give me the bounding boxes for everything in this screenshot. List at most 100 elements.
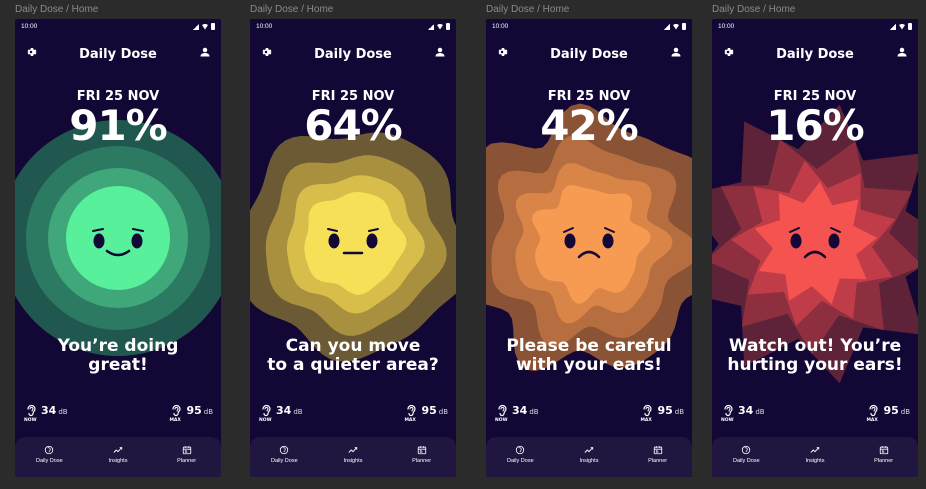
status-bar: 10:00 [718, 23, 912, 33]
db-unit: dB [58, 408, 68, 416]
frame-label: Daily Dose / Home [15, 4, 99, 15]
current-level: NOW 34 dB [259, 403, 303, 423]
calendar-icon [182, 446, 191, 455]
max-db-value: 95 [883, 404, 899, 417]
signal-icon [428, 23, 434, 30]
daily-dose-icon [516, 445, 525, 455]
mouth [577, 250, 601, 259]
db-unit: dB [293, 408, 303, 416]
app-title: Daily Dose [776, 47, 854, 62]
max-level: MAX 95 dB [169, 403, 213, 423]
battery-icon [446, 23, 450, 30]
mood-message-line1: Please be careful [506, 336, 672, 356]
app-title: Daily Dose [550, 47, 628, 62]
daily-dose-icon [280, 445, 289, 455]
nav-item-planner[interactable]: Planner [397, 445, 447, 477]
nav-item-insights[interactable]: Insights [564, 445, 614, 477]
current-db-value: 34 [276, 404, 292, 417]
now-caption: NOW [24, 418, 37, 423]
ear-icon: NOW [259, 403, 272, 423]
frame-label: Daily Dose / Home [712, 4, 796, 15]
now-caption: NOW [495, 418, 508, 423]
db-unit: dB [203, 408, 213, 416]
mood-message-line1: Watch out! You’re [728, 336, 902, 356]
eye-right [602, 233, 614, 249]
status-bar: 10:00 [256, 23, 450, 33]
db-unit: dB [900, 408, 910, 416]
eye-left [790, 233, 802, 249]
db-unit: dB [755, 408, 765, 416]
calendar-icon [653, 446, 662, 455]
db-unit: dB [529, 408, 539, 416]
bottom-nav: Daily Dose Insights Planner [712, 437, 918, 477]
nav-label: Planner [874, 458, 894, 464]
nav-item-planner[interactable]: Planner [162, 445, 212, 477]
top-app-bar: Daily Dose [15, 45, 221, 65]
eye-right [131, 233, 143, 249]
nav-item-daily-dose[interactable]: Daily Dose [495, 445, 545, 477]
eye-right [366, 233, 378, 249]
nav-label: Daily Dose [271, 458, 298, 464]
max-level: MAX 95 dB [404, 403, 448, 423]
wifi-icon [899, 23, 905, 30]
nav-item-daily-dose[interactable]: Daily Dose [24, 445, 74, 477]
mood-message: Watch out! You’re hurting your ears! [716, 337, 914, 375]
eye-left [328, 233, 340, 249]
dose-percentage: 16% [766, 101, 865, 150]
current-db-value: 34 [512, 404, 528, 417]
signal-icon [193, 23, 199, 30]
ear-icon: NOW [495, 403, 508, 423]
nav-item-insights[interactable]: Insights [790, 445, 840, 477]
nav-label: Daily Dose [507, 458, 534, 464]
app-title: Daily Dose [314, 47, 392, 62]
db-unit: dB [674, 408, 684, 416]
battery-icon [682, 23, 686, 30]
user-icon[interactable] [434, 46, 446, 58]
status-time: 10:00 [492, 23, 509, 30]
status-time: 10:00 [256, 23, 273, 30]
db-unit: dB [438, 408, 448, 416]
current-level: NOW 34 dB [721, 403, 765, 423]
status-bar: 10:00 [492, 23, 686, 33]
eye-left [93, 233, 105, 249]
nav-item-planner[interactable]: Planner [633, 445, 683, 477]
trend-icon [113, 447, 123, 453]
ear-icon: NOW [24, 403, 37, 423]
battery-icon [211, 23, 215, 30]
phone-screen: 10:00 Daily Dose FRI 25 NOV 64% Can you … [250, 19, 456, 477]
dose-percentage: 64% [304, 101, 403, 150]
nav-item-daily-dose[interactable]: Daily Dose [721, 445, 771, 477]
user-icon[interactable] [896, 46, 908, 58]
trend-icon [584, 447, 594, 453]
top-app-bar: Daily Dose [712, 45, 918, 65]
wifi-icon [437, 23, 443, 30]
user-icon[interactable] [199, 46, 211, 58]
max-db-value: 95 [657, 404, 673, 417]
nav-label: Insights [108, 458, 128, 464]
max-level: MAX 95 dB [640, 403, 684, 423]
bottom-nav: Daily Dose Insights Planner [250, 437, 456, 477]
nav-item-insights[interactable]: Insights [328, 445, 378, 477]
now-caption: NOW [721, 418, 734, 423]
max-caption: MAX [640, 418, 652, 423]
mood-message-line1: You’re doing [57, 336, 179, 356]
dose-percentage: 42% [540, 101, 639, 150]
trend-icon [348, 447, 358, 453]
app-title: Daily Dose [79, 47, 157, 62]
nav-item-daily-dose[interactable]: Daily Dose [259, 445, 309, 477]
current-db-value: 34 [41, 404, 57, 417]
frame-label: Daily Dose / Home [250, 4, 334, 15]
phone-screen: 10:00 Daily Dose FRI 25 NOV 16% Watch ou… [712, 19, 918, 477]
mood-message-line2: great! [88, 355, 148, 375]
wifi-icon [673, 23, 679, 30]
mood-face-icon [92, 228, 144, 257]
now-caption: NOW [259, 418, 272, 423]
user-icon[interactable] [670, 46, 682, 58]
current-db-value: 34 [738, 404, 754, 417]
mood-face-icon [789, 227, 841, 259]
nav-item-planner[interactable]: Planner [859, 445, 909, 477]
ear-icon: MAX [404, 403, 417, 423]
mood-message-line1: Can you move [285, 336, 421, 356]
nav-item-insights[interactable]: Insights [93, 445, 143, 477]
dose-percentage: 91% [69, 101, 168, 150]
